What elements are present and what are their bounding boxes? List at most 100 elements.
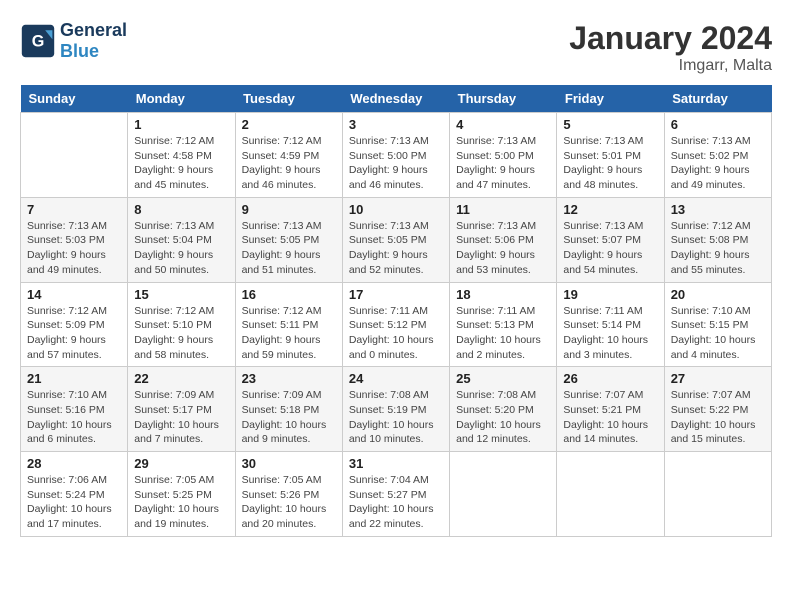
day-info: Sunrise: 7:13 AMSunset: 5:01 PMDaylight:… <box>563 134 657 193</box>
day-number: 10 <box>349 202 443 217</box>
calendar-cell: 12 Sunrise: 7:13 AMSunset: 5:07 PMDayligh… <box>557 197 664 282</box>
day-number: 15 <box>134 287 228 302</box>
day-info: Sunrise: 7:13 AMSunset: 5:05 PMDaylight:… <box>242 219 336 278</box>
calendar-week-3: 14 Sunrise: 7:12 AMSunset: 5:09 PMDayligh… <box>21 282 772 367</box>
day-info: Sunrise: 7:13 AMSunset: 5:00 PMDaylight:… <box>456 134 550 193</box>
day-number: 7 <box>27 202 121 217</box>
weekday-tuesday: Tuesday <box>235 85 342 113</box>
day-number: 27 <box>671 371 765 386</box>
calendar-cell: 10 Sunrise: 7:13 AMSunset: 5:05 PMDayligh… <box>342 197 449 282</box>
day-info: Sunrise: 7:13 AMSunset: 5:06 PMDaylight:… <box>456 219 550 278</box>
day-info: Sunrise: 7:12 AMSunset: 5:11 PMDaylight:… <box>242 304 336 363</box>
calendar-cell: 20Sunrise: 7:10 AMSunset: 5:15 PMDayligh… <box>664 282 771 367</box>
day-number: 1 <box>134 117 228 132</box>
location: Imgarr, Malta <box>569 57 772 75</box>
calendar-cell: 19Sunrise: 7:11 AMSunset: 5:14 PMDayligh… <box>557 282 664 367</box>
day-info: Sunrise: 7:08 AMSunset: 5:20 PMDaylight:… <box>456 388 550 447</box>
calendar-week-1: 1 Sunrise: 7:12 AMSunset: 4:58 PMDaylight… <box>21 113 772 198</box>
calendar-cell: 3 Sunrise: 7:13 AMSunset: 5:00 PMDaylight… <box>342 113 449 198</box>
day-info: Sunrise: 7:13 AMSunset: 5:00 PMDaylight:… <box>349 134 443 193</box>
day-info: Sunrise: 7:13 AMSunset: 5:07 PMDaylight:… <box>563 219 657 278</box>
weekday-friday: Friday <box>557 85 664 113</box>
day-number: 11 <box>456 202 550 217</box>
day-info: Sunrise: 7:13 AMSunset: 5:05 PMDaylight:… <box>349 219 443 278</box>
day-number: 28 <box>27 456 121 471</box>
calendar-cell: 23 Sunrise: 7:09 AMSunset: 5:18 PMDayligh… <box>235 367 342 452</box>
day-info: Sunrise: 7:13 AMSunset: 5:02 PMDaylight:… <box>671 134 765 193</box>
calendar-cell: 28 Sunrise: 7:06 AMSunset: 5:24 PMDayligh… <box>21 452 128 537</box>
weekday-sunday: Sunday <box>21 85 128 113</box>
logo-icon: G <box>20 23 56 59</box>
calendar-week-4: 21 Sunrise: 7:10 AMSunset: 5:16 PMDayligh… <box>21 367 772 452</box>
day-number: 18 <box>456 287 550 302</box>
day-number: 19 <box>563 287 657 302</box>
calendar-cell: 21 Sunrise: 7:10 AMSunset: 5:16 PMDayligh… <box>21 367 128 452</box>
weekday-thursday: Thursday <box>450 85 557 113</box>
month-title: January 2024 <box>569 20 772 57</box>
day-number: 16 <box>242 287 336 302</box>
calendar-cell: 4 Sunrise: 7:13 AMSunset: 5:00 PMDaylight… <box>450 113 557 198</box>
calendar-cell: 22 Sunrise: 7:09 AMSunset: 5:17 PMDayligh… <box>128 367 235 452</box>
calendar-cell: 2Sunrise: 7:12 AMSunset: 4:59 PMDaylight… <box>235 113 342 198</box>
day-info: Sunrise: 7:10 AMSunset: 5:16 PMDaylight:… <box>27 388 121 447</box>
calendar-cell: 15Sunrise: 7:12 AMSunset: 5:10 PMDayligh… <box>128 282 235 367</box>
day-number: 12 <box>563 202 657 217</box>
day-number: 26 <box>563 371 657 386</box>
calendar-cell: 13 Sunrise: 7:12 AMSunset: 5:08 PMDayligh… <box>664 197 771 282</box>
day-number: 29 <box>134 456 228 471</box>
day-number: 17 <box>349 287 443 302</box>
day-info: Sunrise: 7:05 AMSunset: 5:26 PMDaylight:… <box>242 473 336 532</box>
day-number: 9 <box>242 202 336 217</box>
day-number: 22 <box>134 371 228 386</box>
day-info: Sunrise: 7:09 AMSunset: 5:17 PMDaylight:… <box>134 388 228 447</box>
day-info: Sunrise: 7:04 AMSunset: 5:27 PMDaylight:… <box>349 473 443 532</box>
day-info: Sunrise: 7:11 AMSunset: 5:12 PMDaylight:… <box>349 304 443 363</box>
day-number: 25 <box>456 371 550 386</box>
day-info: Sunrise: 7:06 AMSunset: 5:24 PMDaylight:… <box>27 473 121 532</box>
day-info: Sunrise: 7:13 AMSunset: 5:04 PMDaylight:… <box>134 219 228 278</box>
calendar-cell <box>450 452 557 537</box>
calendar-cell: 31 Sunrise: 7:04 AMSunset: 5:27 PMDayligh… <box>342 452 449 537</box>
calendar-cell: 30 Sunrise: 7:05 AMSunset: 5:26 PMDayligh… <box>235 452 342 537</box>
page-header: G General Blue January 2024 Imgarr, Malt… <box>20 20 772 75</box>
day-info: Sunrise: 7:12 AMSunset: 5:08 PMDaylight:… <box>671 219 765 278</box>
calendar-cell: 1 Sunrise: 7:12 AMSunset: 4:58 PMDaylight… <box>128 113 235 198</box>
day-info: Sunrise: 7:05 AMSunset: 5:25 PMDaylight:… <box>134 473 228 532</box>
weekday-monday: Monday <box>128 85 235 113</box>
day-number: 23 <box>242 371 336 386</box>
logo: G General Blue <box>20 20 127 62</box>
day-info: Sunrise: 7:12 AMSunset: 4:58 PMDaylight:… <box>134 134 228 193</box>
day-number: 21 <box>27 371 121 386</box>
day-info: Sunrise: 7:12 AMSunset: 4:59 PMDaylight:… <box>242 134 336 193</box>
calendar-cell <box>557 452 664 537</box>
calendar-cell <box>664 452 771 537</box>
day-info: Sunrise: 7:09 AMSunset: 5:18 PMDaylight:… <box>242 388 336 447</box>
calendar-cell: 7Sunrise: 7:13 AMSunset: 5:03 PMDaylight… <box>21 197 128 282</box>
logo-text: General Blue <box>60 20 127 62</box>
calendar-cell: 24Sunrise: 7:08 AMSunset: 5:19 PMDayligh… <box>342 367 449 452</box>
weekday-wednesday: Wednesday <box>342 85 449 113</box>
title-block: January 2024 Imgarr, Malta <box>569 20 772 75</box>
calendar-cell: 6Sunrise: 7:13 AMSunset: 5:02 PMDaylight… <box>664 113 771 198</box>
day-number: 4 <box>456 117 550 132</box>
day-number: 31 <box>349 456 443 471</box>
calendar-body: 1 Sunrise: 7:12 AMSunset: 4:58 PMDaylight… <box>21 113 772 537</box>
day-info: Sunrise: 7:11 AMSunset: 5:13 PMDaylight:… <box>456 304 550 363</box>
day-info: Sunrise: 7:12 AMSunset: 5:09 PMDaylight:… <box>27 304 121 363</box>
day-number: 8 <box>134 202 228 217</box>
day-number: 30 <box>242 456 336 471</box>
calendar-cell: 27 Sunrise: 7:07 AMSunset: 5:22 PMDayligh… <box>664 367 771 452</box>
calendar-cell <box>21 113 128 198</box>
calendar-week-5: 28 Sunrise: 7:06 AMSunset: 5:24 PMDayligh… <box>21 452 772 537</box>
calendar-cell: 9 Sunrise: 7:13 AMSunset: 5:05 PMDaylight… <box>235 197 342 282</box>
day-info: Sunrise: 7:07 AMSunset: 5:22 PMDaylight:… <box>671 388 765 447</box>
day-number: 3 <box>349 117 443 132</box>
calendar-table: SundayMondayTuesdayWednesdayThursdayFrid… <box>20 85 772 537</box>
calendar-cell: 14 Sunrise: 7:12 AMSunset: 5:09 PMDayligh… <box>21 282 128 367</box>
day-number: 13 <box>671 202 765 217</box>
weekday-saturday: Saturday <box>664 85 771 113</box>
calendar-cell: 29 Sunrise: 7:05 AMSunset: 5:25 PMDayligh… <box>128 452 235 537</box>
day-number: 14 <box>27 287 121 302</box>
day-info: Sunrise: 7:07 AMSunset: 5:21 PMDaylight:… <box>563 388 657 447</box>
weekday-header-row: SundayMondayTuesdayWednesdayThursdayFrid… <box>21 85 772 113</box>
